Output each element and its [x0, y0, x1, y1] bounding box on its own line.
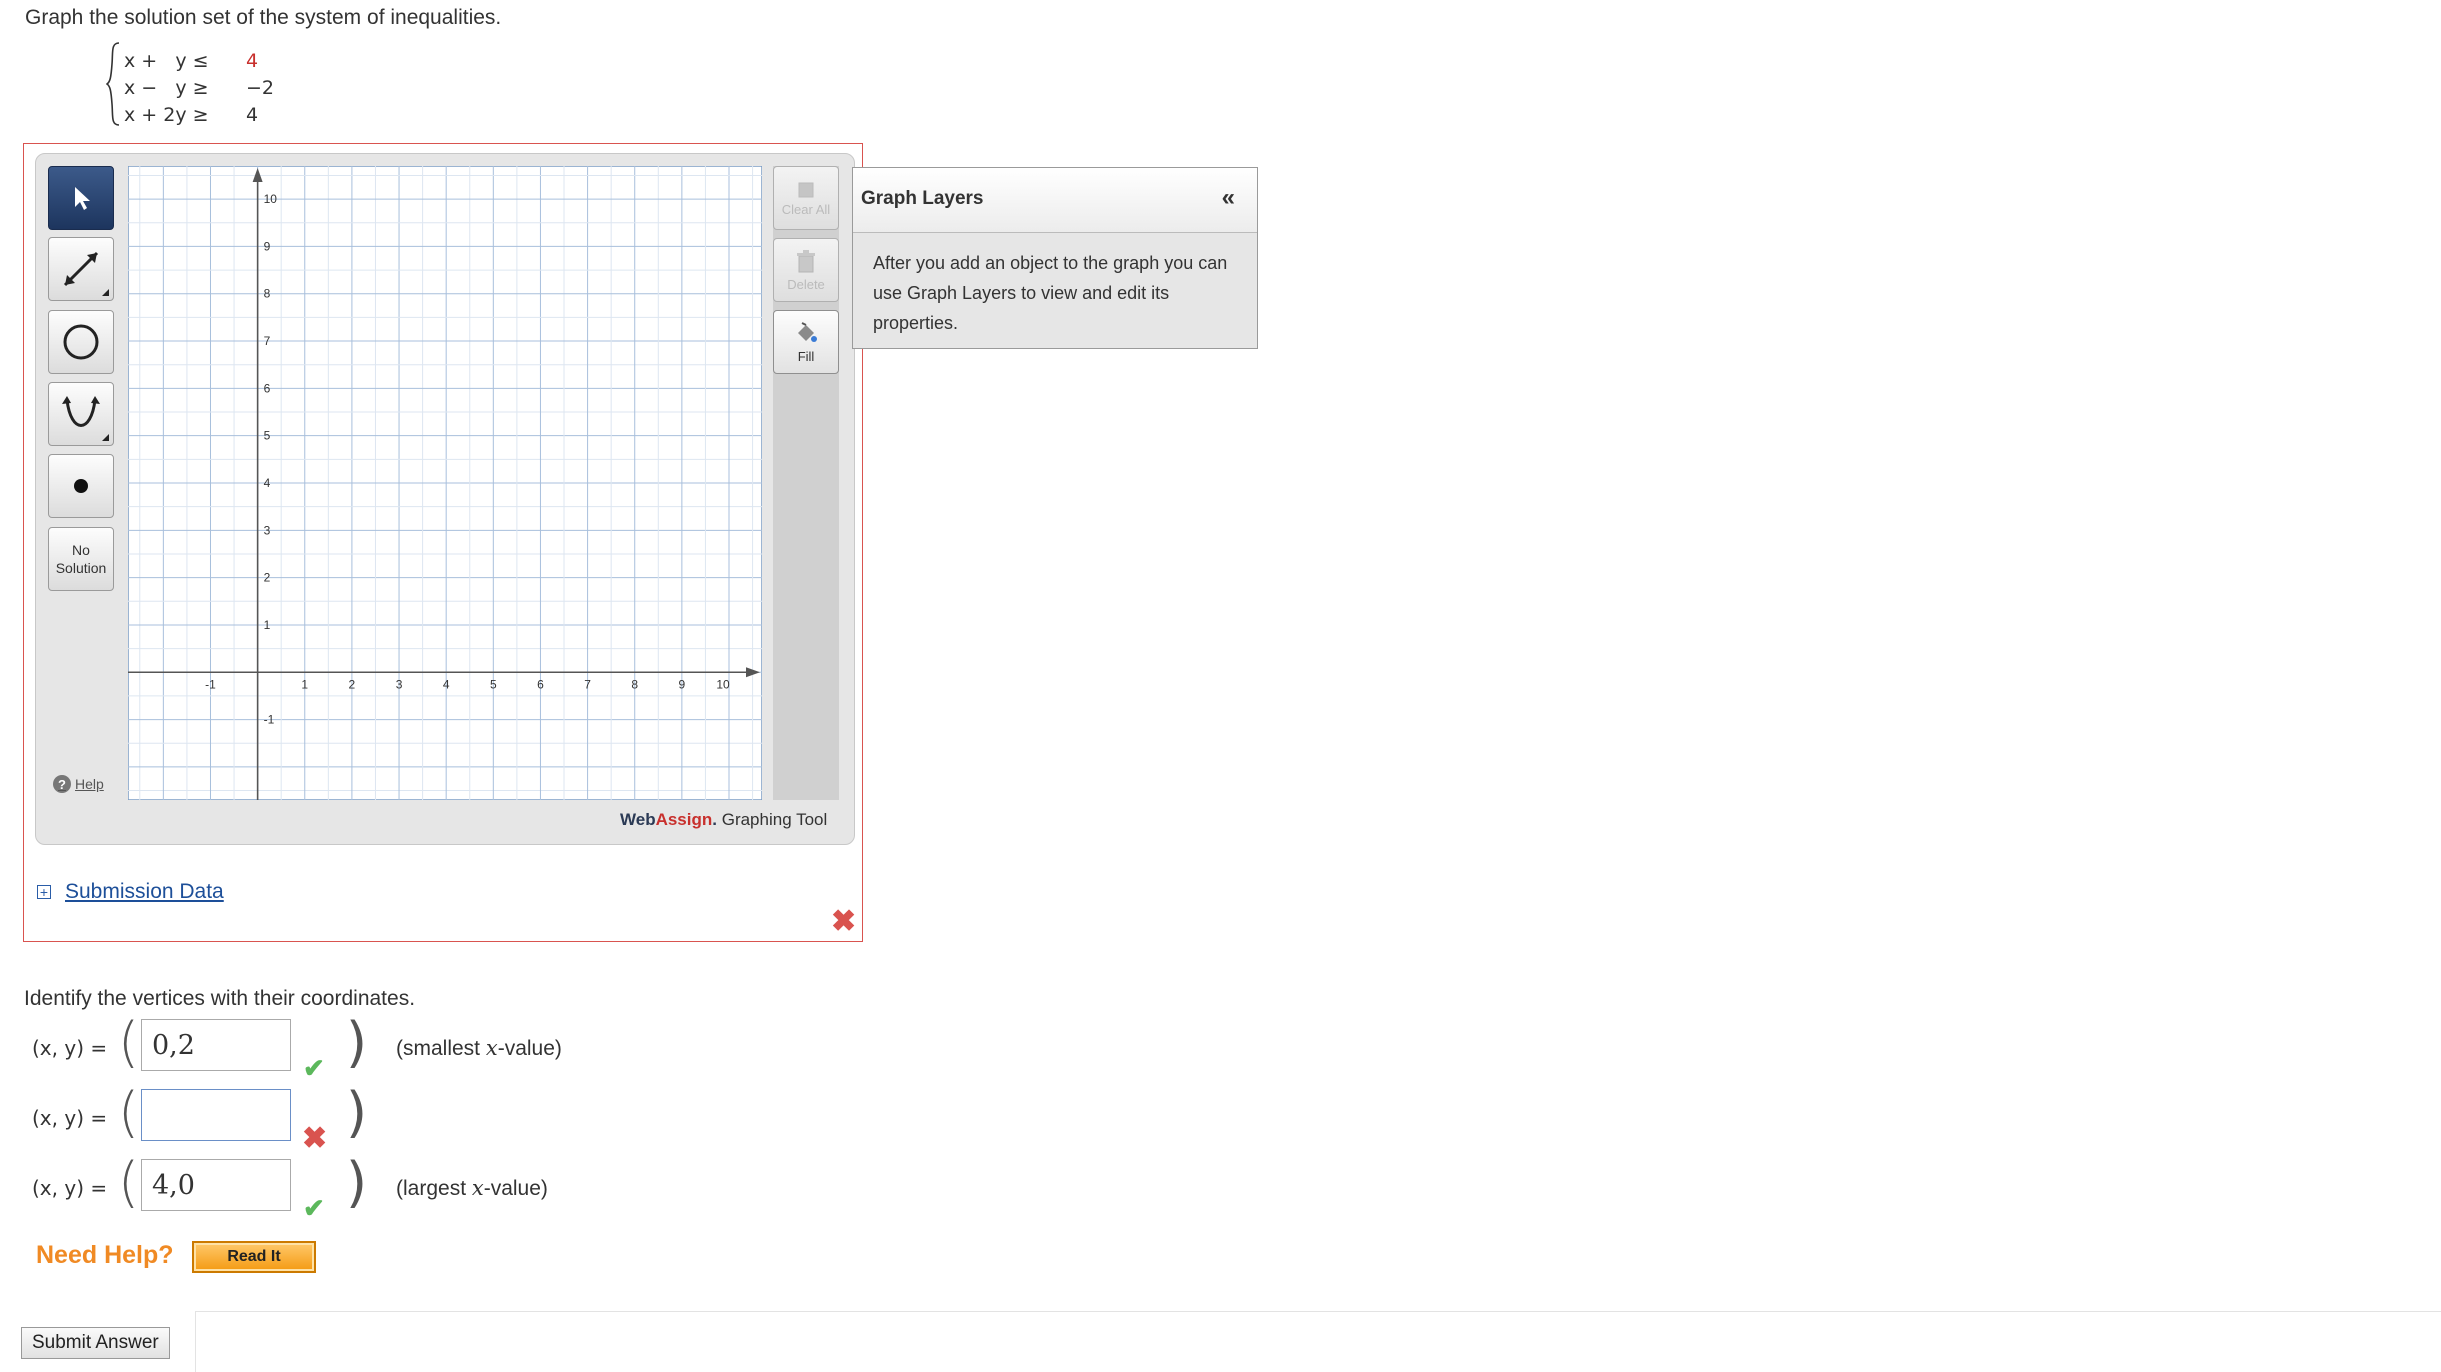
x-tick-label: 1 — [301, 677, 308, 691]
graph-layers-title: Graph Layers — [861, 188, 984, 209]
brand-assign: Assign — [655, 810, 713, 829]
y-tick-label: 6 — [264, 381, 271, 395]
circle-tool-button[interactable] — [48, 310, 114, 374]
y-tick-label: 10 — [264, 192, 278, 206]
help-link[interactable]: ? Help — [53, 775, 104, 793]
submission-data-link[interactable]: Submission Data — [65, 880, 224, 904]
submit-answer-button[interactable]: Submit Answer — [21, 1327, 170, 1359]
correct-check-icon: ✔ — [303, 1053, 325, 1083]
vertex-note: (largest x-value) — [396, 1176, 548, 1200]
trash-icon — [797, 249, 815, 272]
line-segment-icon — [63, 251, 99, 287]
y-tick-label: 3 — [264, 523, 271, 537]
submission-data-toggle[interactable]: + Submission Data — [37, 880, 224, 904]
paren-close: ) — [346, 1011, 368, 1074]
select-tool-button[interactable] — [48, 166, 114, 230]
paren-open: ( — [118, 1011, 140, 1074]
graph-layers-header: Graph Layers « — [853, 168, 1257, 233]
x-tick-label: 8 — [631, 677, 638, 691]
x-tick-label: -1 — [205, 677, 216, 691]
paren-open: ( — [118, 1151, 140, 1214]
incorrect-x-icon: ✖ — [302, 1122, 328, 1155]
submit-area — [195, 1311, 2441, 1372]
paren-close: ) — [346, 1081, 368, 1144]
no-solution-label: No Solution — [55, 542, 107, 576]
vertex-label: (x, y) = — [32, 1176, 108, 1200]
vertex-input[interactable] — [141, 1089, 291, 1141]
y-tick-label: 2 — [264, 571, 271, 585]
correct-check-icon: ✔ — [303, 1193, 325, 1223]
arrow-pointer-icon — [75, 187, 90, 210]
y-tick-label: 1 — [264, 618, 271, 632]
inequality-rhs: 4 — [246, 50, 259, 72]
fill-button[interactable]: Fill — [773, 310, 839, 374]
y-tick-label: 8 — [264, 287, 271, 301]
vertex-input[interactable] — [141, 1019, 291, 1071]
vertices-instruction: Identify the vertices with their coordin… — [24, 987, 416, 1010]
x-tick-label: 6 — [537, 677, 544, 691]
expand-icon: + — [37, 885, 51, 899]
graph-canvas[interactable]: -1 1 2 3 4 5 6 7 8 9 10 10 9 8 7 6 5 4 3 2 1 -1 — [128, 166, 762, 800]
x-tick-label: 5 — [490, 677, 497, 691]
webassign-brand: WebAssign. Graphing Tool — [620, 810, 827, 830]
y-tick-label: 4 — [264, 476, 271, 490]
fill-label: Fill — [797, 348, 815, 364]
system-brace — [106, 42, 120, 126]
graph-layers-description: After you add an object to the graph you… — [873, 253, 1228, 333]
point-icon — [74, 479, 88, 493]
x-tick-label: 7 — [584, 677, 591, 691]
brand-rest: Graphing Tool — [717, 810, 828, 829]
submenu-corner-icon — [102, 434, 109, 441]
x-tick-label: 2 — [349, 677, 356, 691]
circle-icon — [63, 324, 99, 360]
y-tick-label: 7 — [264, 334, 271, 348]
inequality-rhs: 4 — [246, 104, 259, 126]
inequality-lhs: x + 2y ≥ — [124, 104, 209, 126]
inequality-lhs: x − y ≥ — [124, 77, 209, 99]
graph-layers-panel: Graph Layers « After you add an object t… — [852, 167, 1258, 349]
clear-all-button: Clear All — [773, 166, 839, 230]
brand-web: Web — [620, 810, 656, 829]
vertex-note: (smallest x-value) — [396, 1036, 562, 1060]
parabola-tool-button[interactable] — [48, 382, 114, 446]
line-tool-button[interactable] — [48, 237, 114, 301]
x-tick-label: 9 — [679, 677, 686, 691]
graph-incorrect-icon: ✖ — [831, 905, 857, 938]
help-label: Help — [75, 776, 104, 792]
inequality-lhs: x + y ≤ — [124, 50, 209, 72]
x-tick-label: 4 — [443, 677, 450, 691]
collapse-layers-icon[interactable]: « — [1222, 184, 1235, 212]
clear-all-label: Clear All — [781, 201, 831, 217]
y-tick-label: 9 — [264, 239, 271, 253]
paint-bucket-icon — [798, 321, 817, 342]
clear-all-icon — [798, 182, 814, 197]
read-it-button[interactable]: Read It — [192, 1241, 316, 1273]
y-tick-label: 5 — [264, 429, 271, 443]
paren-open: ( — [118, 1081, 140, 1144]
need-help-label: Need Help? — [36, 1241, 174, 1269]
help-icon: ? — [53, 775, 71, 793]
delete-button: Delete — [773, 238, 839, 302]
question-prompt: Graph the solution set of the system of … — [25, 6, 502, 29]
vertex-input[interactable] — [141, 1159, 291, 1211]
point-tool-button[interactable] — [48, 454, 114, 518]
submenu-corner-icon — [102, 289, 109, 296]
y-tick-label: -1 — [264, 713, 275, 727]
x-tick-label: 3 — [396, 677, 403, 691]
vertex-label: (x, y) = — [32, 1036, 108, 1060]
no-solution-button[interactable]: No Solution — [48, 527, 114, 591]
vertex-label: (x, y) = — [32, 1106, 108, 1130]
inequality-rhs: −2 — [246, 77, 275, 99]
delete-label: Delete — [787, 276, 825, 292]
x-tick-label: 10 — [716, 677, 730, 691]
paren-close: ) — [346, 1151, 368, 1214]
parabola-icon — [62, 396, 100, 427]
